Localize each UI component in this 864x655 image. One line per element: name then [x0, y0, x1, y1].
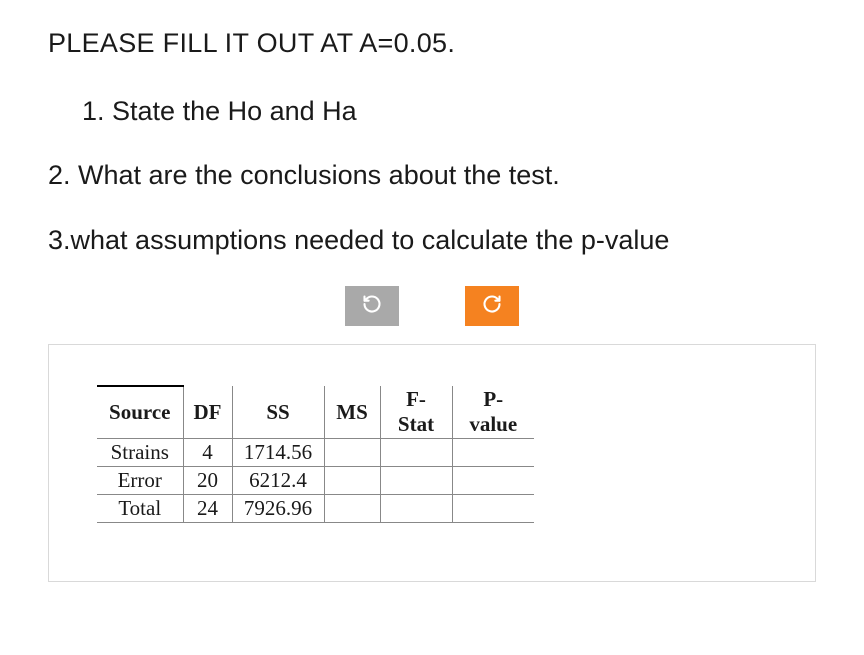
header-df: DF	[183, 386, 232, 439]
redo-icon	[482, 294, 502, 319]
header-pvalue: P-value	[452, 386, 534, 439]
table-row: Strains 4 1714.56	[97, 439, 534, 467]
undo-icon	[362, 294, 382, 319]
row-label: Error	[97, 467, 183, 495]
row-df: 24	[183, 495, 232, 523]
header-fstat: F-Stat	[380, 386, 452, 439]
row-ms	[324, 439, 380, 467]
anova-table: Source DF SS MS F-Stat P-value Strains 4…	[97, 385, 534, 523]
page-title: PLEASE FILL IT OUT AT A=0.05.	[48, 28, 816, 59]
row-label: Strains	[97, 439, 183, 467]
question-2: 2. What are the conclusions about the te…	[48, 157, 816, 193]
question-3: 3.what assumptions needed to calculate t…	[48, 222, 816, 258]
undo-button[interactable]	[345, 286, 399, 326]
row-fstat	[380, 467, 452, 495]
row-ms	[324, 467, 380, 495]
row-fstat	[380, 495, 452, 523]
table-row: Total 24 7926.96	[97, 495, 534, 523]
row-ms	[324, 495, 380, 523]
redo-button[interactable]	[465, 286, 519, 326]
row-label: Total	[97, 495, 183, 523]
row-df: 20	[183, 467, 232, 495]
question-1: 1. State the Ho and Ha	[48, 93, 816, 129]
row-fstat	[380, 439, 452, 467]
button-row	[48, 286, 816, 326]
anova-frame: Source DF SS MS F-Stat P-value Strains 4…	[48, 344, 816, 582]
row-pvalue	[452, 439, 534, 467]
header-ss: SS	[232, 386, 324, 439]
row-ss: 6212.4	[232, 467, 324, 495]
table-header-row: Source DF SS MS F-Stat P-value	[97, 386, 534, 439]
row-df: 4	[183, 439, 232, 467]
row-pvalue	[452, 467, 534, 495]
row-pvalue	[452, 495, 534, 523]
table-row: Error 20 6212.4	[97, 467, 534, 495]
header-ms: MS	[324, 386, 380, 439]
row-ss: 1714.56	[232, 439, 324, 467]
header-source: Source	[97, 386, 183, 439]
row-ss: 7926.96	[232, 495, 324, 523]
